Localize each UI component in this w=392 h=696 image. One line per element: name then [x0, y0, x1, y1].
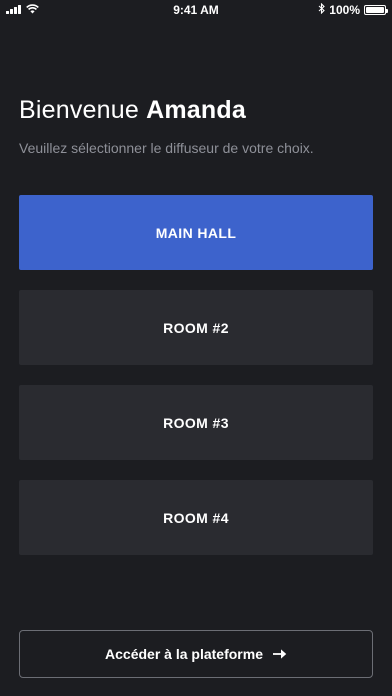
room-button-label: ROOM #3 — [163, 414, 229, 431]
room-button-main-hall[interactable]: MAIN HALL — [19, 195, 373, 270]
access-platform-button[interactable]: Accéder à la plateforme — [19, 630, 373, 678]
room-button-room-2[interactable]: ROOM #2 — [19, 290, 373, 365]
bluetooth-icon — [318, 2, 326, 17]
room-button-room-3[interactable]: ROOM #3 — [19, 385, 373, 460]
page-title: Bienvenue Amanda — [19, 96, 246, 125]
status-right: 100% — [318, 2, 388, 17]
arrow-right-icon — [272, 649, 287, 659]
page-subtitle: Veuillez sélectionner le diffuseur de vo… — [19, 140, 314, 156]
user-name: Amanda — [146, 96, 246, 124]
room-button-label: ROOM #2 — [163, 319, 229, 336]
access-platform-label: Accéder à la plateforme — [105, 646, 263, 662]
battery-icon — [364, 5, 388, 15]
greeting-prefix: Bienvenue — [19, 96, 139, 124]
room-button-label: ROOM #4 — [163, 509, 229, 526]
battery-percent: 100% — [329, 3, 360, 17]
battery-fill — [366, 7, 384, 13]
room-button-room-4[interactable]: ROOM #4 — [19, 480, 373, 555]
status-bar: 9:41 AM 100% — [0, 0, 392, 20]
room-button-label: MAIN HALL — [155, 224, 237, 241]
room-list: MAIN HALL ROOM #2 ROOM #3 ROOM #4 — [19, 195, 373, 575]
